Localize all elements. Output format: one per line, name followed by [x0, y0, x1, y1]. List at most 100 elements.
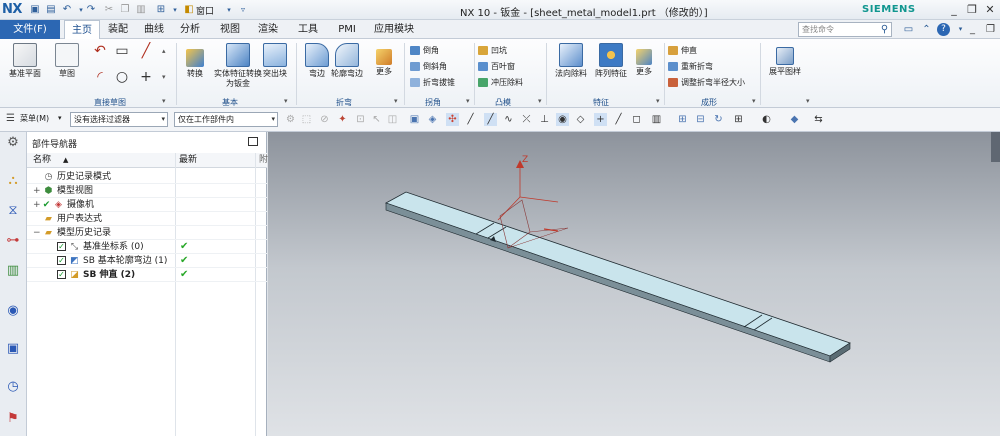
- zoom-icon[interactable]: ⊟: [694, 113, 707, 126]
- drawn-cutout-button[interactable]: 冲压除料: [478, 76, 523, 89]
- cut-icon[interactable]: ✂: [102, 3, 116, 17]
- tab-pmi[interactable]: PMI: [332, 20, 362, 39]
- group-more-icon[interactable]: ▾: [656, 97, 660, 105]
- tree-row-unbend[interactable]: ✓ ◪ SB 伸直 (2) ✔: [27, 268, 267, 282]
- collapse-icon[interactable]: ⌃: [920, 23, 933, 36]
- select-lasso-icon[interactable]: ↖: [370, 113, 383, 126]
- plate-top-face[interactable]: [385, 191, 851, 357]
- role-icon[interactable]: ⚑: [4, 410, 22, 428]
- shaded-icon[interactable]: ◆: [788, 113, 801, 126]
- arc-icon[interactable]: ◜: [92, 69, 108, 85]
- tree-row-model-history[interactable]: − ▰ 模型历史记录: [27, 226, 267, 240]
- maximize-panel-icon[interactable]: [248, 137, 258, 146]
- tree-row-model-views[interactable]: + ⬢ 模型视图: [27, 184, 267, 198]
- chamfer-button[interactable]: 倒斜角: [410, 60, 447, 73]
- bend-taper-button[interactable]: 折弯拔锥: [410, 76, 455, 89]
- tree-row-contour-flange[interactable]: ✓ ◩ SB 基本轮廓弯边 (1) ✔: [27, 254, 267, 268]
- tab-view[interactable]: 视图: [214, 20, 246, 39]
- file-menu[interactable]: 文件(F): [0, 20, 60, 39]
- visibility-checkbox[interactable]: ✓: [57, 256, 66, 265]
- graphics-window[interactable]: Z: [268, 132, 1000, 436]
- group-more-icon[interactable]: ▾: [394, 97, 398, 105]
- filter-icon[interactable]: ⚙: [284, 113, 297, 126]
- intersection-icon[interactable]: ⤫: [520, 113, 533, 126]
- unbend-button[interactable]: 伸直: [668, 44, 697, 57]
- perpendicular-icon[interactable]: ⊥: [538, 113, 551, 126]
- snap-point-icon[interactable]: ✦: [336, 113, 349, 126]
- column-name[interactable]: 名称: [33, 153, 51, 168]
- visibility-checkbox[interactable]: ✓: [57, 242, 66, 251]
- save-all-icon[interactable]: ▤: [44, 3, 58, 17]
- group-more-icon[interactable]: ▾: [284, 97, 288, 105]
- expand-icon[interactable]: +: [33, 185, 41, 197]
- search-icon[interactable]: ⚲: [878, 23, 891, 36]
- customize-icon[interactable]: ▿: [236, 3, 250, 17]
- profile-icon[interactable]: ↶: [92, 43, 108, 59]
- deselect-icon[interactable]: ⊘: [318, 113, 331, 126]
- minimize-ribbon-icon[interactable]: ▭: [902, 23, 915, 36]
- column-extra[interactable]: 附: [259, 153, 268, 168]
- web-browser-icon[interactable]: ◉: [4, 302, 22, 320]
- window-dropdown-icon[interactable]: ▾: [222, 3, 236, 17]
- datum-plane-button[interactable]: 基准平面: [2, 43, 48, 79]
- group-more-icon[interactable]: ▾: [752, 97, 756, 105]
- existing-point-icon[interactable]: +: [594, 113, 607, 126]
- quadrant-icon[interactable]: ◇: [574, 113, 587, 126]
- help-icon[interactable]: ?: [937, 23, 950, 36]
- rebend-button[interactable]: 重新折弯: [668, 60, 713, 73]
- tab-analysis[interactable]: 分析: [174, 20, 206, 39]
- tree-row-cameras[interactable]: + ✔ ◈ 摄像机: [27, 198, 267, 212]
- group-more-icon[interactable]: ▾: [466, 97, 470, 105]
- selection-mode-icon[interactable]: ◫: [386, 113, 399, 126]
- bounded-grid-icon[interactable]: ▥: [650, 113, 663, 126]
- arc-center-icon[interactable]: ◉: [556, 113, 569, 126]
- viewport-scrollbar[interactable]: [991, 132, 1000, 162]
- tab-assembly[interactable]: 装配: [102, 20, 134, 39]
- restore-icon[interactable]: ❐: [964, 2, 980, 17]
- clock-icon[interactable]: ◷: [4, 378, 22, 396]
- select-region-icon[interactable]: ⊡: [354, 113, 367, 126]
- reuse-library-icon[interactable]: ▥: [4, 262, 22, 280]
- undo-icon[interactable]: ↶: [60, 3, 74, 17]
- tree-row-history-mode[interactable]: ◷ 历史记录模式: [27, 170, 267, 184]
- part-navigator-icon[interactable]: ⊶: [4, 232, 22, 250]
- point-on-curve-icon[interactable]: ╱: [612, 113, 625, 126]
- tab-feature-button[interactable]: 突出块: [252, 43, 298, 79]
- window-icon[interactable]: ◧: [182, 3, 196, 17]
- touch-mode-icon[interactable]: ⊞: [154, 3, 168, 17]
- render-style-icon[interactable]: ◐: [760, 113, 773, 126]
- group-more-icon[interactable]: ▾: [162, 97, 166, 105]
- paste-icon[interactable]: ▥: [134, 3, 148, 17]
- redo-icon[interactable]: ↷: [84, 3, 98, 17]
- tab-render[interactable]: 渲染: [252, 20, 284, 39]
- save-icon[interactable]: ▣: [28, 3, 42, 17]
- fit-view-icon[interactable]: ⊞: [676, 113, 689, 126]
- point-on-face-icon[interactable]: ◻: [630, 113, 643, 126]
- assembly-navigator-icon[interactable]: ⛬: [4, 172, 22, 190]
- group-more-icon[interactable]: ▾: [538, 97, 542, 105]
- visibility-checkbox[interactable]: ✓: [57, 270, 66, 279]
- rectangle-icon[interactable]: ▭: [114, 43, 130, 59]
- sketch-button[interactable]: 草图: [44, 43, 90, 79]
- midpoint-snap-icon[interactable]: ╱: [464, 113, 477, 126]
- gear-icon[interactable]: ⚙: [4, 134, 22, 152]
- line-icon[interactable]: ╱: [138, 43, 154, 59]
- type-filter-select[interactable]: 没有选择过滤器 ▾: [70, 112, 168, 127]
- face-select-icon[interactable]: ◈: [426, 113, 439, 126]
- touch-dropdown-icon[interactable]: ▾: [168, 3, 182, 17]
- copy-icon[interactable]: ❐: [118, 3, 132, 17]
- close-icon[interactable]: ✕: [982, 2, 998, 17]
- tree-row-user-expressions[interactable]: ▰ 用户表达式: [27, 212, 267, 226]
- history-icon[interactable]: ▣: [4, 340, 22, 358]
- feature-more-button[interactable]: 更多: [626, 43, 662, 77]
- window-menu[interactable]: 窗口: [196, 4, 214, 17]
- sheet-metal-model[interactable]: Z: [268, 132, 1000, 436]
- endpoint-snap-icon[interactable]: ✣: [446, 113, 459, 126]
- corner-bend-relief-button[interactable]: 倒角: [410, 44, 439, 57]
- curve-snap-icon[interactable]: ∿: [502, 113, 515, 126]
- tab-tools[interactable]: 工具: [292, 20, 324, 39]
- tab-curve[interactable]: 曲线: [138, 20, 170, 39]
- work-layer-icon[interactable]: ⇆: [812, 113, 825, 126]
- doc-restore-icon[interactable]: ❐: [984, 23, 997, 36]
- tree-row-datum-csys[interactable]: ✓ ⤡ 基准坐标系 (0) ✔: [27, 240, 267, 254]
